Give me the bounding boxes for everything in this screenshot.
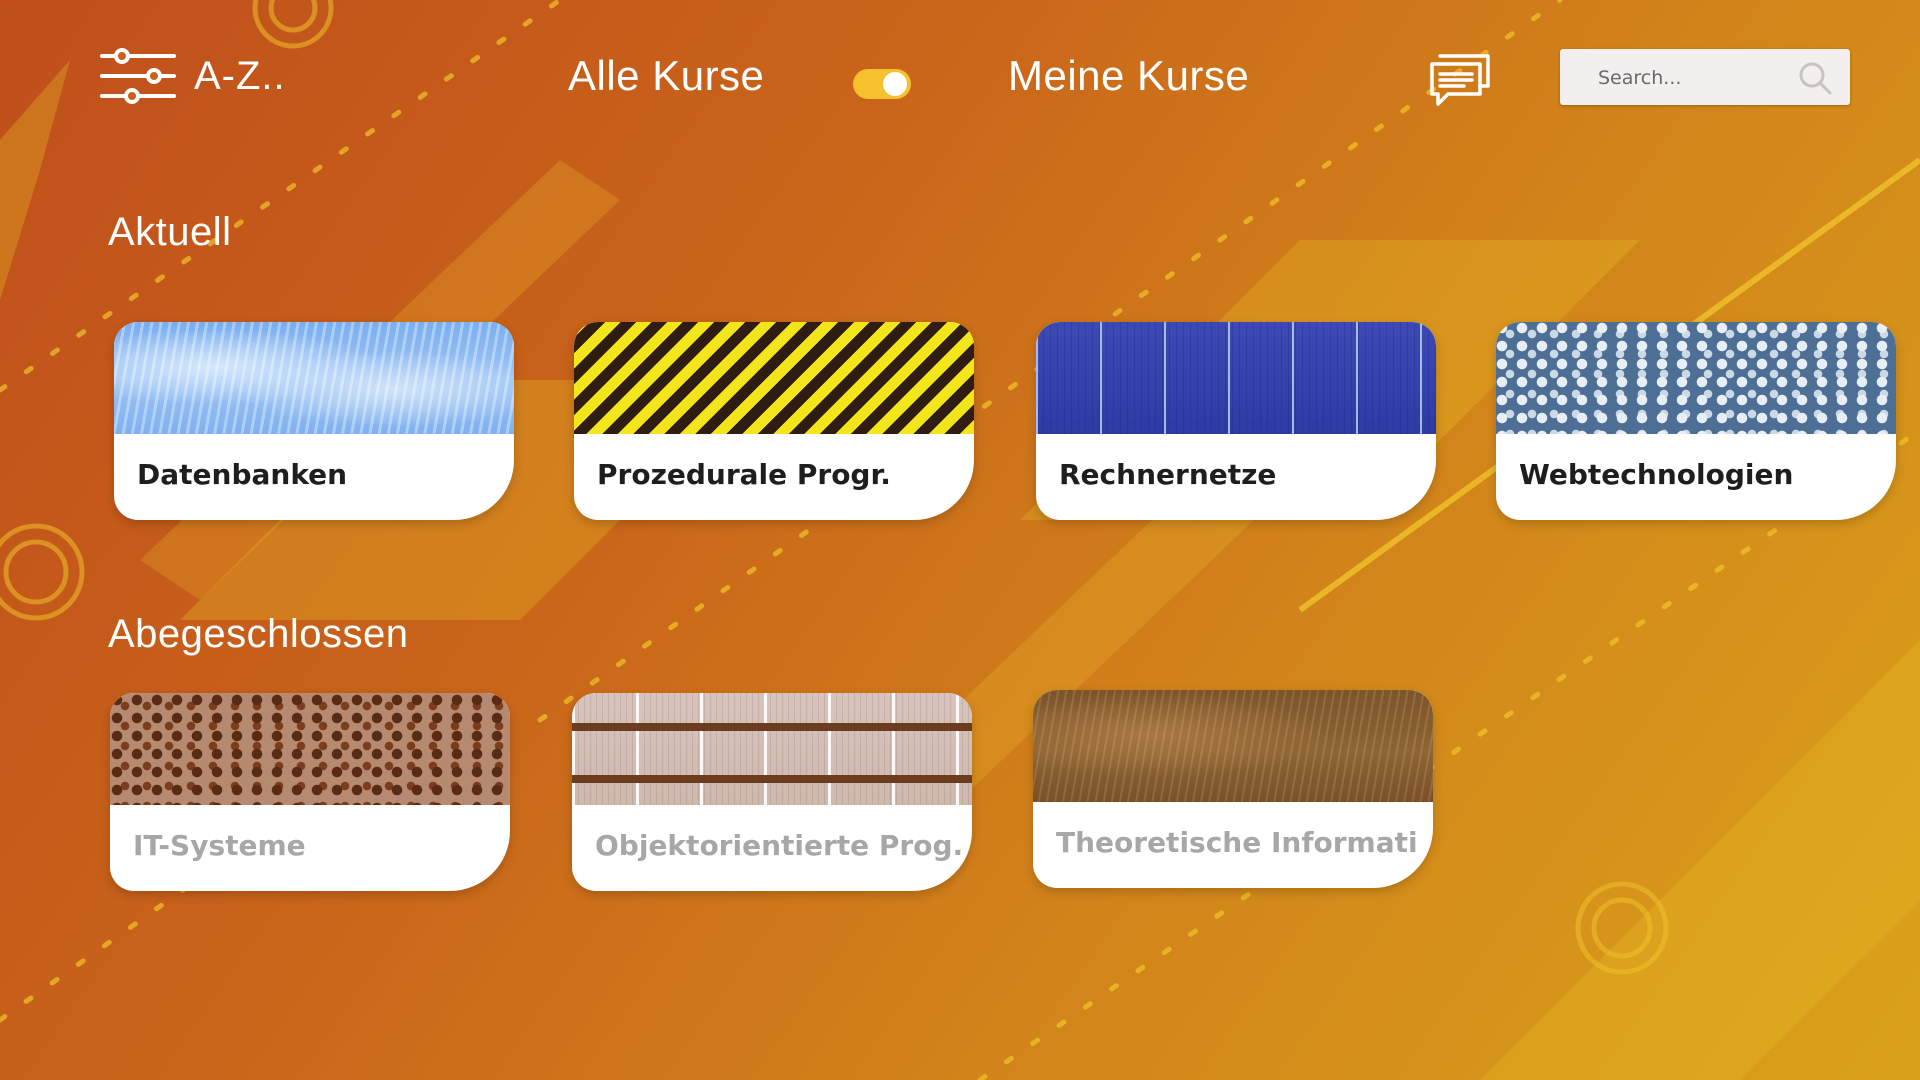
- course-card-datenbanken[interactable]: Datenbanken: [114, 322, 514, 520]
- course-title: Webtechnologien: [1519, 458, 1794, 491]
- sort-filter-button[interactable]: A-Z..: [100, 48, 286, 104]
- course-banner: [110, 693, 510, 805]
- course-title: IT-Systeme: [133, 829, 306, 862]
- background-decoration: [0, 0, 1920, 1080]
- sliders-icon: [100, 48, 176, 104]
- course-banner: [1496, 322, 1896, 434]
- course-title: Datenbanken: [137, 458, 348, 491]
- chat-bubbles-icon[interactable]: [1428, 52, 1492, 108]
- course-card-prozedurale-progr[interactable]: Prozedurale Progr.: [574, 322, 974, 520]
- course-title: Objektorientierte Prog.: [595, 829, 964, 862]
- sort-label: A-Z..: [194, 53, 286, 98]
- course-banner: [1033, 690, 1433, 802]
- search-input[interactable]: [1596, 49, 1790, 107]
- search-box: [1560, 49, 1850, 107]
- tab-all-courses[interactable]: Alle Kurse: [568, 52, 764, 100]
- search-icon[interactable]: [1798, 61, 1832, 95]
- section-title-current: Aktuell: [108, 210, 232, 254]
- course-title: Rechnernetze: [1059, 458, 1277, 491]
- section-title-completed: Abegeschlossen: [108, 612, 409, 656]
- courses-toggle[interactable]: [853, 69, 911, 99]
- course-card-objektorientierte-prog[interactable]: Objektorientierte Prog.: [572, 693, 972, 891]
- course-banner: [572, 693, 972, 805]
- course-banner: [574, 322, 974, 434]
- tab-my-courses[interactable]: Meine Kurse: [1008, 52, 1249, 100]
- course-banner: [114, 322, 514, 434]
- course-card-webtechnologien[interactable]: Webtechnologien: [1496, 322, 1896, 520]
- course-title: Prozedurale Progr.: [597, 458, 891, 491]
- course-card-it-systeme[interactable]: IT-Systeme: [110, 693, 510, 891]
- course-card-theoretische-informatik[interactable]: Theoretische Informati: [1033, 690, 1433, 888]
- toggle-knob: [883, 72, 907, 96]
- course-card-rechnernetze[interactable]: Rechnernetze: [1036, 322, 1436, 520]
- course-banner: [1036, 322, 1436, 434]
- course-title: Theoretische Informati: [1056, 826, 1418, 859]
